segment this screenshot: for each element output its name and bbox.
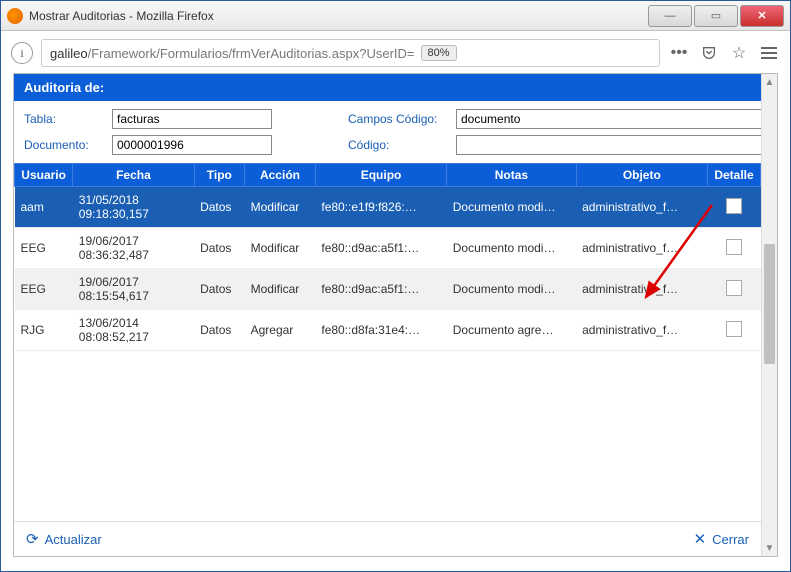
- documento-input[interactable]: [112, 135, 272, 155]
- pocket-icon[interactable]: [698, 42, 720, 64]
- cell-objeto: administrativo_f…: [576, 310, 707, 351]
- detail-button[interactable]: [726, 280, 742, 296]
- cell-usuario: EEG: [15, 269, 73, 310]
- documento-label: Documento:: [24, 138, 104, 152]
- codigo-label: Código:: [348, 138, 448, 152]
- cell-equipo: fe80::d9ac:a5f1:…: [315, 269, 446, 310]
- cell-objeto: administrativo_f…: [576, 228, 707, 269]
- scroll-down-icon[interactable]: ▼: [762, 540, 777, 556]
- scroll-up-icon[interactable]: ▲: [762, 74, 777, 90]
- scrollbar[interactable]: ▲ ▼: [761, 74, 777, 556]
- cell-equipo: fe80::d9ac:a5f1:…: [315, 228, 446, 269]
- window-title: Mostrar Auditorias - Mozilla Firefox: [29, 9, 646, 23]
- cell-tipo: Datos: [194, 228, 245, 269]
- table-row[interactable]: EEG19/06/201708:36:32,487DatosModificarf…: [15, 228, 761, 269]
- close-icon: ✕: [694, 530, 707, 548]
- toolbar: i galileo/Framework/Formularios/frmVerAu…: [1, 31, 790, 75]
- scroll-thumb[interactable]: [764, 244, 775, 364]
- cell-detalle: [708, 228, 761, 269]
- refresh-icon: ⟳: [26, 530, 39, 548]
- cell-notas: Documento agre…: [447, 310, 576, 351]
- close-window-button[interactable]: ✕: [740, 5, 784, 27]
- cell-detalle: [708, 187, 761, 228]
- cell-fecha: 31/05/201809:18:30,157: [73, 187, 194, 228]
- col-tipo[interactable]: Tipo: [194, 164, 245, 187]
- table-row[interactable]: aam31/05/201809:18:30,157DatosModificarf…: [15, 187, 761, 228]
- col-equipo[interactable]: Equipo: [315, 164, 446, 187]
- cell-accion: Agregar: [245, 310, 316, 351]
- refresh-label: Actualizar: [45, 532, 102, 547]
- footer: ⟳ Actualizar ✕ Cerrar: [14, 521, 761, 556]
- table-row[interactable]: EEG19/06/201708:15:54,617DatosModificarf…: [15, 269, 761, 310]
- cell-objeto: administrativo_f…: [576, 269, 707, 310]
- cell-equipo: fe80::d8fa:31e4:…: [315, 310, 446, 351]
- url-path: /Framework/Formularios/frmVerAuditorias.…: [88, 46, 415, 61]
- table-header-row: Usuario Fecha Tipo Acción Equipo Notas O…: [15, 164, 761, 187]
- close-button[interactable]: ✕ Cerrar: [694, 530, 749, 548]
- cell-tipo: Datos: [194, 269, 245, 310]
- table-row[interactable]: RJG13/06/201408:08:52,217DatosAgregarfe8…: [15, 310, 761, 351]
- cell-notas: Documento modi…: [447, 269, 576, 310]
- cell-detalle: [708, 310, 761, 351]
- window-buttons: — ▭ ✕: [646, 5, 784, 27]
- close-label: Cerrar: [712, 532, 749, 547]
- cell-fecha: 13/06/201408:08:52,217: [73, 310, 194, 351]
- codigo-input[interactable]: [456, 135, 776, 155]
- audit-table: Usuario Fecha Tipo Acción Equipo Notas O…: [14, 163, 761, 351]
- detail-button[interactable]: [726, 239, 742, 255]
- cell-objeto: administrativo_f…: [576, 187, 707, 228]
- cell-tipo: Datos: [194, 310, 245, 351]
- site-info-icon[interactable]: i: [11, 42, 33, 64]
- tabla-input[interactable]: [112, 109, 272, 129]
- cell-detalle: [708, 269, 761, 310]
- browser-window: Mostrar Auditorias - Mozilla Firefox — ▭…: [0, 0, 791, 572]
- refresh-button[interactable]: ⟳ Actualizar: [26, 530, 102, 548]
- col-detalle[interactable]: Detalle: [708, 164, 761, 187]
- col-objeto[interactable]: Objeto: [576, 164, 707, 187]
- cell-fecha: 19/06/201708:15:54,617: [73, 269, 194, 310]
- bookmark-icon[interactable]: ☆: [728, 42, 750, 64]
- col-fecha[interactable]: Fecha: [73, 164, 194, 187]
- menu-icon[interactable]: [758, 42, 780, 64]
- tabla-label: Tabla:: [24, 112, 104, 126]
- detail-button[interactable]: [726, 321, 742, 337]
- cell-accion: Modificar: [245, 187, 316, 228]
- cell-notas: Documento modi…: [447, 228, 576, 269]
- campos-codigo-label: Campos Código:: [348, 112, 448, 126]
- cell-usuario: aam: [15, 187, 73, 228]
- col-notas[interactable]: Notas: [447, 164, 576, 187]
- url-bar[interactable]: galileo/Framework/Formularios/frmVerAudi…: [41, 39, 660, 67]
- cell-usuario: EEG: [15, 228, 73, 269]
- cell-equipo: fe80::e1f9:f826:…: [315, 187, 446, 228]
- minimize-button[interactable]: —: [648, 5, 692, 27]
- cell-notas: Documento modi…: [447, 187, 576, 228]
- cell-fecha: 19/06/201708:36:32,487: [73, 228, 194, 269]
- section-header: Auditoria de:: [14, 74, 761, 101]
- cell-usuario: RJG: [15, 310, 73, 351]
- cell-tipo: Datos: [194, 187, 245, 228]
- titlebar: Mostrar Auditorias - Mozilla Firefox — ▭…: [1, 1, 790, 31]
- filter-form: Tabla: Campos Código: Documento: Código:: [14, 101, 761, 163]
- firefox-icon: [7, 8, 23, 24]
- more-icon[interactable]: •••: [668, 42, 690, 64]
- col-accion[interactable]: Acción: [245, 164, 316, 187]
- detail-button[interactable]: [726, 198, 742, 214]
- cell-accion: Modificar: [245, 228, 316, 269]
- maximize-button[interactable]: ▭: [694, 5, 738, 27]
- url-host: galileo: [50, 46, 88, 61]
- page-content: Auditoria de: Tabla: Campos Código: Docu…: [13, 73, 778, 557]
- cell-accion: Modificar: [245, 269, 316, 310]
- campos-codigo-input[interactable]: [456, 109, 776, 129]
- col-usuario[interactable]: Usuario: [15, 164, 73, 187]
- zoom-badge[interactable]: 80%: [421, 45, 457, 61]
